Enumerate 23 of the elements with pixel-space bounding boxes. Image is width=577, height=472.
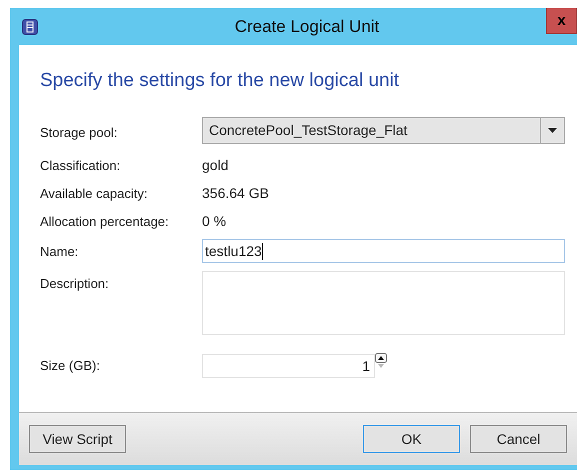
field-label: Size (GB):: [40, 358, 101, 373]
close-button[interactable]: x: [546, 8, 577, 34]
spin-up-icon[interactable]: [375, 353, 387, 363]
field-value: gold: [202, 156, 228, 175]
field-label: Classification:: [40, 158, 122, 172]
field-label: Name:: [40, 244, 80, 258]
field-value: 356.64 GB: [202, 184, 269, 203]
field-label: Description:: [40, 275, 110, 291]
view-script-button[interactable]: View Script: [29, 425, 126, 453]
name-input-field[interactable]: testlu123: [202, 239, 565, 263]
window-title: Create Logical Unit: [234, 16, 380, 36]
field-label: Storage pool:: [40, 124, 118, 140]
storage-pool-dropdown[interactable]: ConcretePool_TestStorage_Flat: [202, 117, 565, 144]
dropdown-arrow-icon: [548, 128, 557, 133]
size-input-field[interactable]: 1: [202, 354, 375, 378]
description-field[interactable]: [202, 271, 565, 335]
app-icon: [22, 18, 38, 34]
dialog-heading: Specify the settings for the new logical unit: [40, 70, 400, 92]
field-label: Allocation percentage:: [40, 214, 170, 228]
field-value: 0 %: [202, 212, 226, 231]
dialog-button[interactable]: OK: [363, 425, 460, 453]
dialog-button[interactable]: Cancel: [470, 425, 567, 453]
field-label: Available capacity:: [40, 186, 148, 200]
